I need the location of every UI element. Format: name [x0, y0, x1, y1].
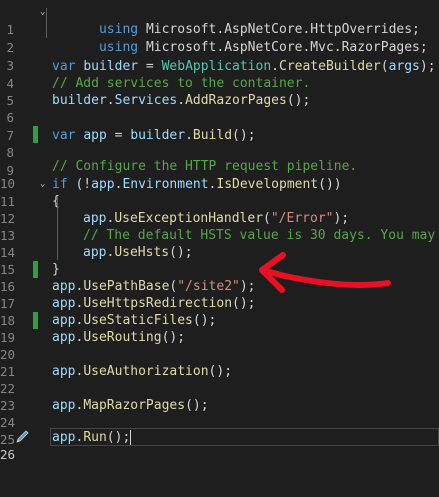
code-line-11[interactable]: 11 ⌄ if (!app.Environment.IsDevelopment(… — [0, 176, 439, 209]
code-line-7[interactable]: 7 — [0, 110, 439, 143]
code-line-19[interactable]: 19 app.UseStaticFiles(); — [0, 312, 439, 345]
comment: // Add services to the container. — [52, 76, 311, 91]
comment: // The default HSTS value is 30 days. Yo… — [83, 228, 439, 243]
code-line-21[interactable]: 21 — [0, 346, 439, 379]
punctuation: (! — [67, 177, 92, 192]
code-line-22[interactable]: 22 app.UseAuthorization(); — [0, 363, 439, 396]
variable-builder: builder — [52, 93, 107, 108]
comment: // Configure the HTTP request pipeline. — [52, 159, 358, 174]
code-line-18[interactable]: 18 app.UseHttpsRedirection(); — [0, 295, 439, 328]
method-name: Build — [192, 128, 233, 143]
class-name: WebApplication — [161, 59, 272, 74]
open-brace: { — [52, 194, 60, 209]
text-cursor — [130, 430, 132, 445]
punctuation: . — [185, 128, 193, 143]
property-name: Services — [114, 93, 178, 108]
code-line-16[interactable]: 16 } — [0, 261, 439, 294]
collapse-icon[interactable]: ⌄ — [40, 4, 45, 21]
code-line-3[interactable]: 3 — [0, 40, 439, 73]
punctuation: = — [106, 128, 131, 143]
variable-args: args — [388, 59, 420, 74]
variable-builder: builder — [83, 59, 139, 74]
punctuation: ( — [263, 211, 271, 226]
code-line-23[interactable]: 23 — [0, 380, 439, 413]
punctuation: (); — [192, 313, 217, 328]
code-line-13[interactable]: 13 app.UseExceptionHandler("/Error"); — [0, 210, 439, 243]
punctuation: . — [106, 93, 115, 108]
variable-app: app — [52, 330, 76, 345]
method-name: MapRazorPages — [83, 398, 186, 413]
method-name: UseAuthorization — [83, 364, 209, 379]
variable-app: app — [52, 430, 76, 445]
string-literal: "/site2" — [177, 279, 240, 294]
indent-guide — [57, 196, 58, 260]
method-name: UseRouting — [83, 330, 162, 345]
punctuation: (); — [185, 398, 209, 413]
punctuation: . — [271, 59, 279, 74]
punctuation: (); — [232, 128, 256, 143]
method-name: IsDevelopment — [216, 177, 319, 192]
punctuation: ); — [419, 59, 436, 74]
code-line-14[interactable]: 14 // The default HSTS value is 30 days.… — [0, 227, 439, 278]
code-line-10[interactable]: 10 // Configure the HTTP request pipelin… — [0, 158, 439, 191]
code-line-15[interactable]: 15 app.UseHsts(); — [0, 244, 439, 277]
variable-app: app — [52, 296, 76, 311]
code-line-12[interactable]: 12 { — [0, 193, 439, 226]
code-line-4[interactable]: 4 var builder = WebApplication.CreateBui… — [0, 58, 439, 91]
variable-builder: builder — [130, 128, 186, 143]
method-name: UseHsts — [114, 245, 170, 260]
indent-guide — [46, 8, 47, 38]
code-line-2[interactable]: 2 using Microsoft.AspNetCore.Mvc.RazorPa… — [0, 22, 439, 55]
code-line-8[interactable]: 8 var app = builder.Build(); — [0, 127, 439, 160]
keyword-if: if — [52, 177, 68, 192]
code-line-26[interactable]: 26 app.Run(); — [0, 429, 439, 462]
punctuation: ()) — [318, 177, 342, 192]
variable-app: app — [52, 398, 76, 413]
method-name: UseHttpsRedirection — [83, 296, 233, 311]
variable-app: app — [83, 128, 107, 143]
keyword-var: var — [52, 59, 76, 74]
variable-app: app — [91, 177, 115, 192]
punctuation: (); — [286, 93, 311, 108]
keyword-var: var — [52, 128, 76, 143]
variable-app: app — [52, 364, 76, 379]
collapse-icon[interactable]: ⌄ — [40, 176, 45, 193]
method-name: Run — [83, 430, 107, 445]
method-name: AddRazorPages — [185, 93, 287, 108]
code-line-5[interactable]: 5 // Add services to the container. — [0, 75, 439, 108]
code-line-1[interactable]: 1 ⌄ using Microsoft.AspNetCore.HttpOverr… — [0, 4, 439, 37]
punctuation: (); — [161, 330, 186, 345]
line-number: 26 — [0, 447, 16, 462]
code-line-20[interactable]: 20 app.UseRouting(); — [0, 329, 439, 362]
method-name: UseStaticFiles — [83, 313, 193, 328]
variable-app: app — [52, 279, 76, 294]
punctuation: = — [138, 59, 162, 74]
method-name: UsePathBase — [83, 279, 170, 294]
variable-app: app — [52, 313, 76, 328]
method-name: UseExceptionHandler — [114, 211, 264, 226]
punctuation: (); — [169, 245, 193, 260]
punctuation: ); — [239, 279, 256, 294]
punctuation: (); — [106, 430, 131, 445]
punctuation: ); — [333, 211, 350, 226]
code-line-6[interactable]: 6 builder.Services.AddRazorPages(); — [0, 92, 439, 143]
method-name: CreateBuilder — [279, 59, 381, 74]
punctuation: . — [177, 93, 186, 108]
punctuation: ( — [380, 59, 389, 74]
code-line-17[interactable]: 17 app.UsePathBase("/site2"); — [0, 278, 439, 329]
punctuation: (); — [208, 364, 233, 379]
property-name: Environment — [122, 177, 209, 192]
variable-app: app — [83, 245, 107, 260]
pencil-icon[interactable] — [14, 429, 32, 445]
close-brace: } — [52, 262, 60, 277]
variable-app: app — [83, 211, 107, 226]
string-literal: "/Error" — [270, 211, 334, 226]
punctuation: (); — [232, 296, 256, 311]
code-editor[interactable]: 1 ⌄ using Microsoft.AspNetCore.HttpOverr… — [0, 0, 439, 462]
code-line-24[interactable]: 24 app.MapRazorPages(); — [0, 397, 439, 430]
